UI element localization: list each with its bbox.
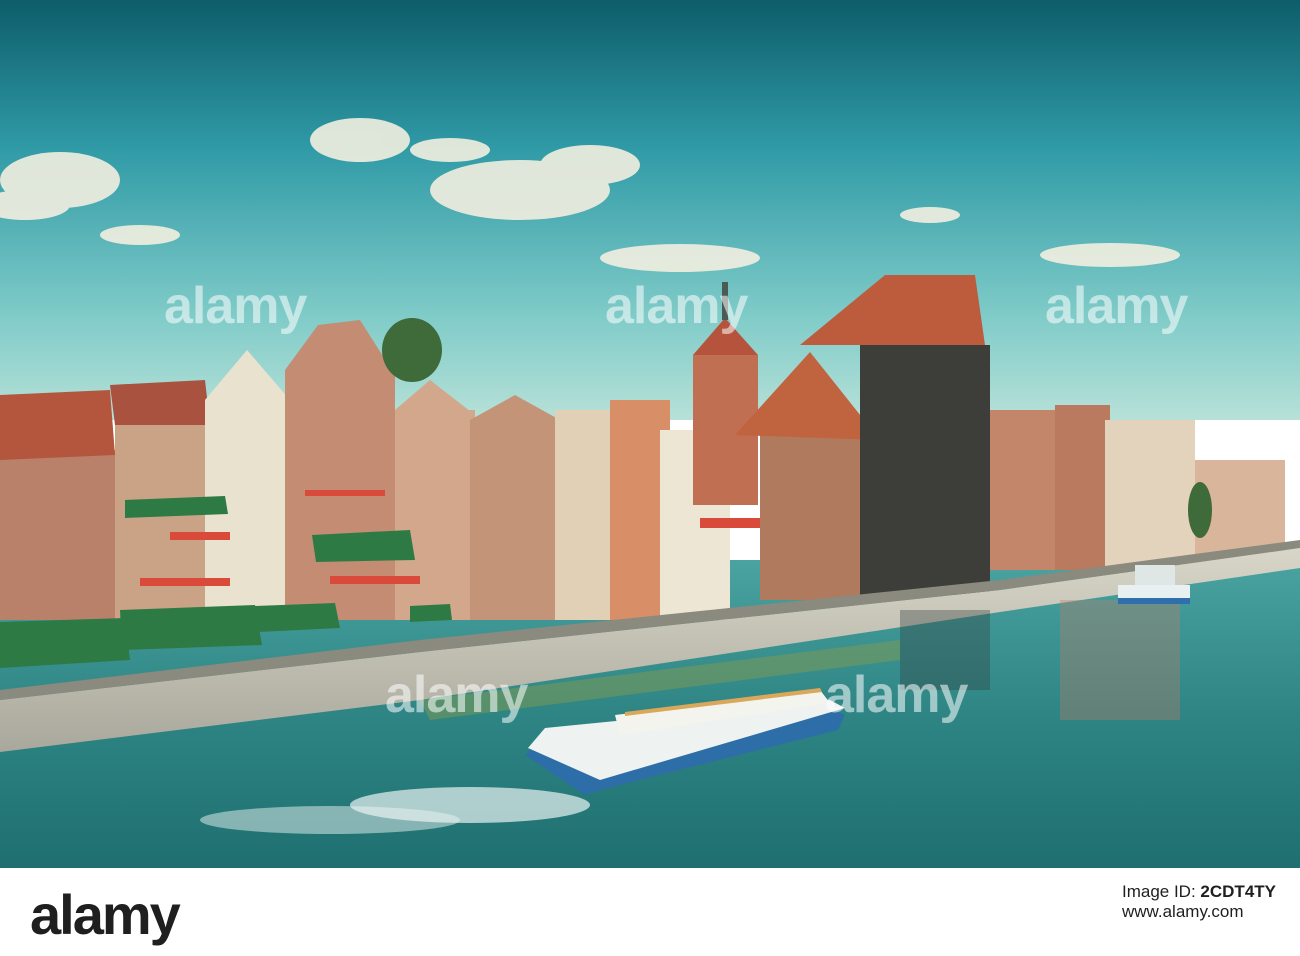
watermark: alamy bbox=[164, 277, 307, 335]
watermark: alamy bbox=[825, 666, 968, 724]
watermark: alamy bbox=[605, 277, 748, 335]
footer-bar: alamy Image ID: 2CDT4TY www.alamy.com bbox=[0, 868, 1300, 956]
alamy-logo[interactable]: alamy bbox=[30, 882, 181, 947]
watermark: alamy bbox=[385, 666, 528, 724]
gdansk-riverside-photo bbox=[0, 0, 1300, 868]
photo: alamy alamy alamy alamy alamy alamy alam… bbox=[0, 0, 1300, 868]
site-url[interactable]: www.alamy.com bbox=[1122, 902, 1276, 922]
image-id-label: Image ID: bbox=[1121, 882, 1196, 901]
image-id-line: Image ID: 2CDT4TY bbox=[1122, 882, 1276, 902]
image-meta: Image ID: 2CDT4TY www.alamy.com bbox=[1122, 882, 1276, 922]
watermark: alamy bbox=[1045, 277, 1188, 335]
image-id: 2CDT4TY bbox=[1200, 882, 1276, 901]
